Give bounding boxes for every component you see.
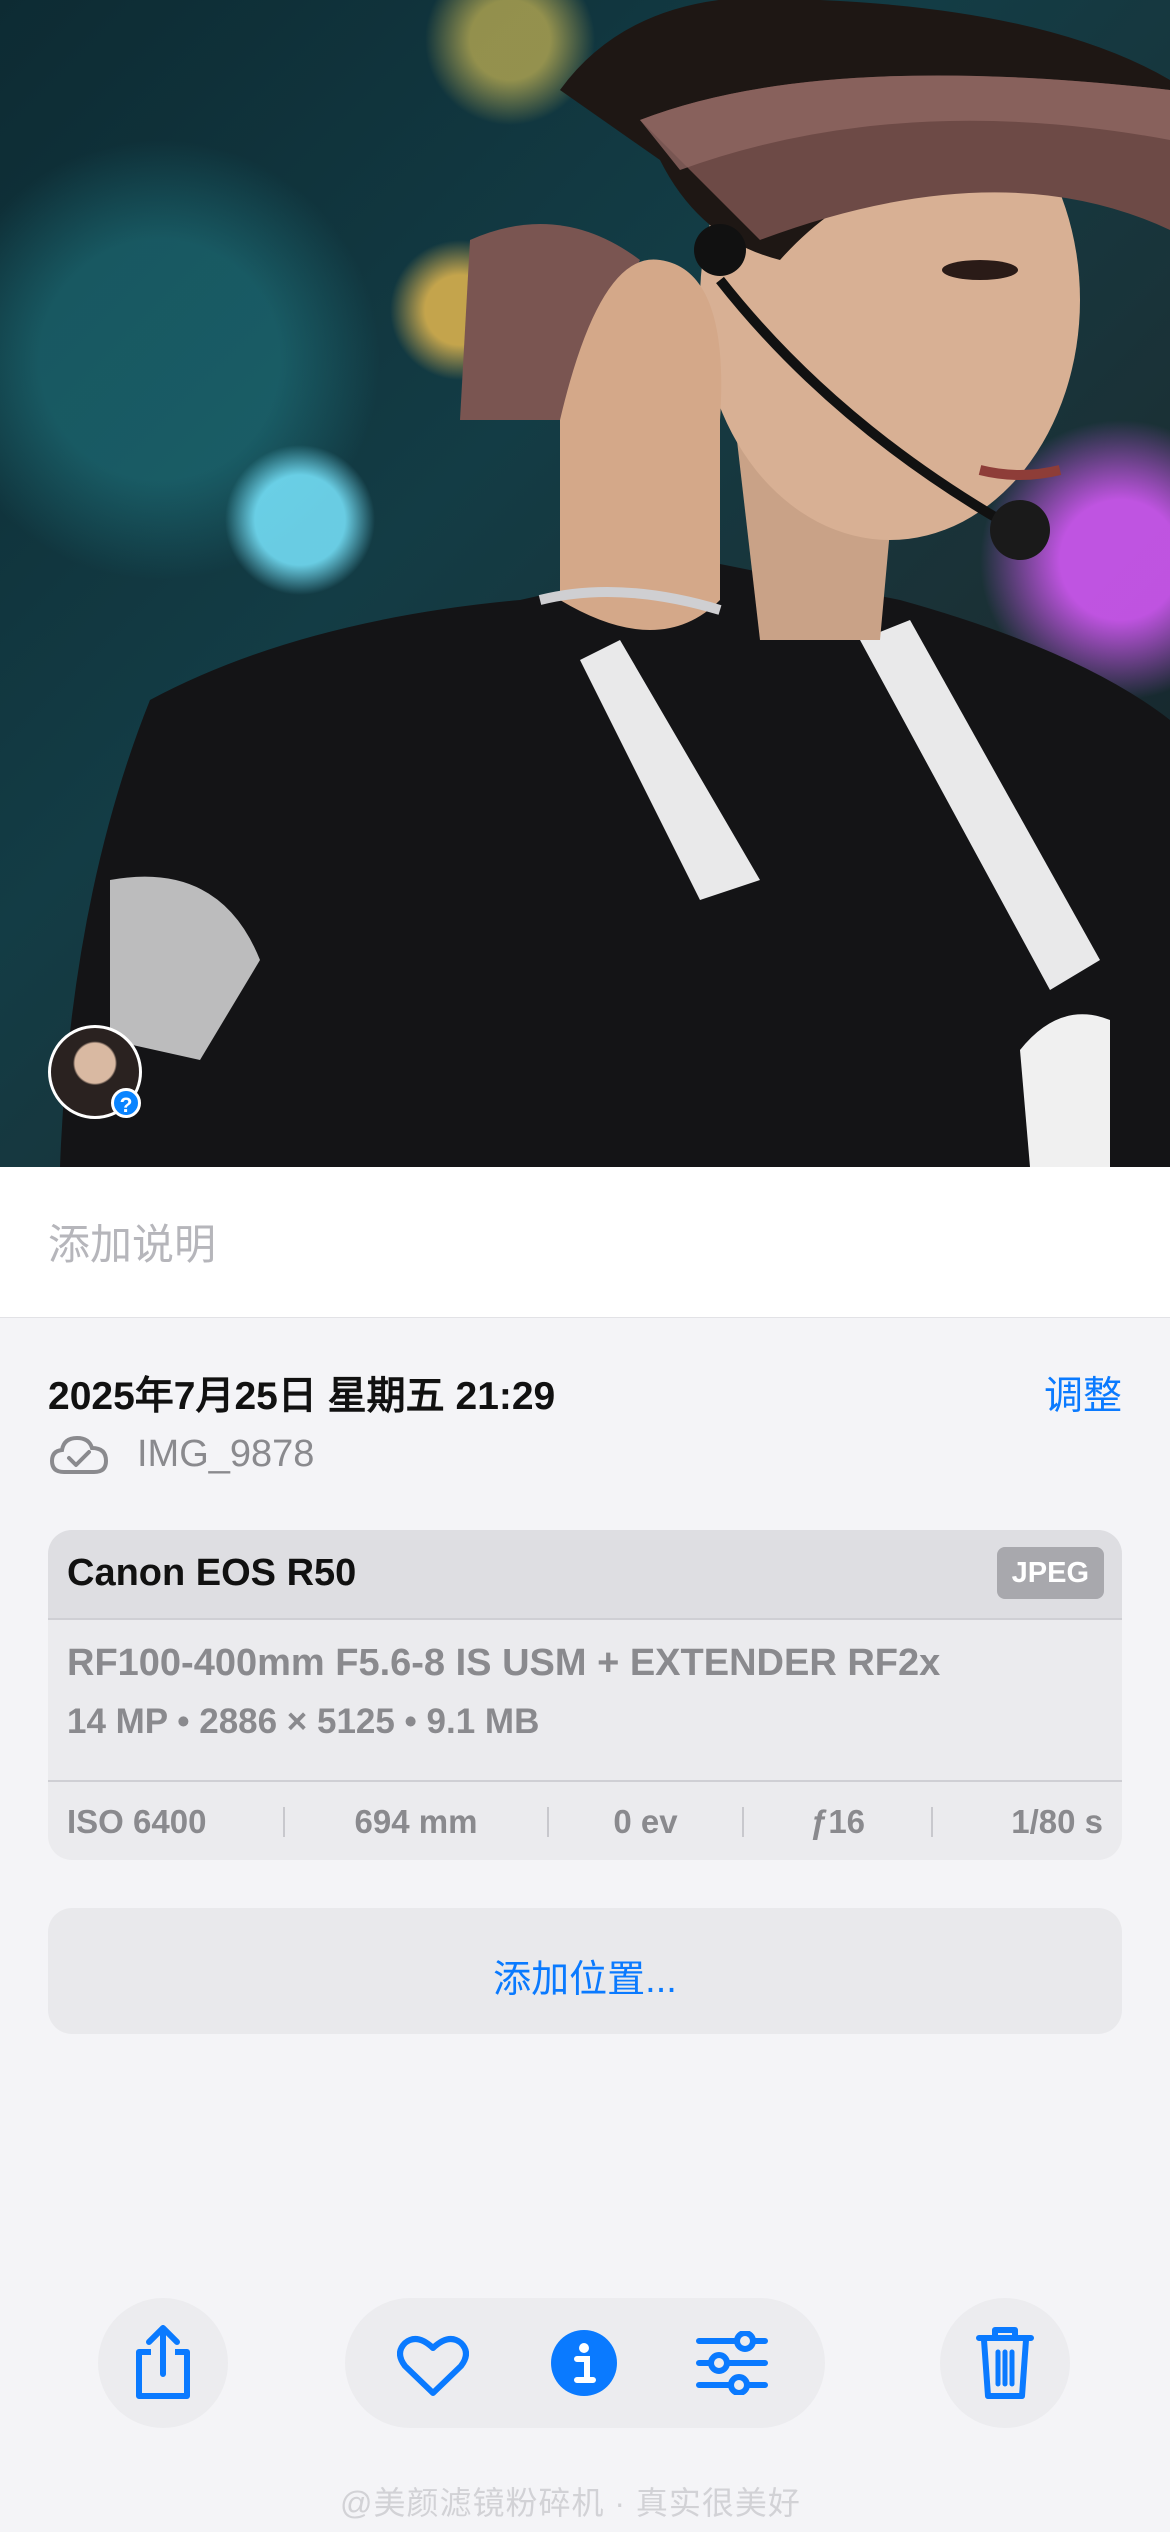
icloud-check-icon	[49, 1435, 109, 1474]
photo-datetime: 2025年7月25日 星期五 21:29	[48, 1375, 556, 1418]
trash-icon	[976, 2327, 1034, 2399]
photo-viewer[interactable]: ?	[0, 0, 1170, 1167]
exif-exposure-value: 0 ev	[613, 1803, 678, 1840]
camera-model: Canon EOS R50	[67, 1552, 357, 1594]
lens-info: RF100-400mm F5.6-8 IS USM + EXTENDER RF2…	[67, 1642, 941, 1684]
adjust-icon[interactable]	[695, 2331, 769, 2395]
photo-illustration	[60, 0, 1170, 1167]
camera-info-header: Canon EOS R50 JPEG	[48, 1530, 1122, 1620]
share-button[interactable]	[98, 2298, 228, 2428]
image-specs: 14 MP • 2886 × 5125 • 9.1 MB	[67, 1702, 540, 1741]
file-name: IMG_9878	[137, 1433, 315, 1475]
watermark-text: @美颜滤镜粉碎机 · 真实很美好	[340, 2485, 801, 2521]
photo-actions-group	[345, 2298, 825, 2428]
adjust-datetime-button[interactable]: 调整	[1044, 1365, 1122, 1421]
format-badge: JPEG	[996, 1547, 1104, 1599]
delete-button[interactable]	[940, 2298, 1070, 2428]
add-location-button[interactable]: 添加位置...	[48, 1908, 1122, 2034]
exif-row: ISO 6400 694 mm 0 ev ƒ16 1/80 s	[48, 1780, 1122, 1860]
exif-aperture: ƒ16	[809, 1803, 866, 1840]
exif-iso: ISO 6400	[67, 1803, 207, 1840]
camera-info-card: Canon EOS R50 JPEG RF100-400mm F5.6-8 IS…	[48, 1530, 1122, 1860]
person-unknown-badge: ?	[111, 1088, 141, 1118]
add-location-label: 添加位置...	[493, 1959, 677, 2001]
info-icon[interactable]	[550, 2329, 618, 2397]
caption-placeholder[interactable]: 添加说明	[48, 1211, 216, 1272]
share-icon	[136, 2325, 190, 2399]
exif-shutter-speed: 1/80 s	[1011, 1803, 1103, 1840]
caption-area[interactable]: 添加说明	[0, 1167, 1170, 1318]
heart-icon[interactable]	[397, 2333, 469, 2397]
exif-focal-length: 694 mm	[354, 1803, 478, 1840]
